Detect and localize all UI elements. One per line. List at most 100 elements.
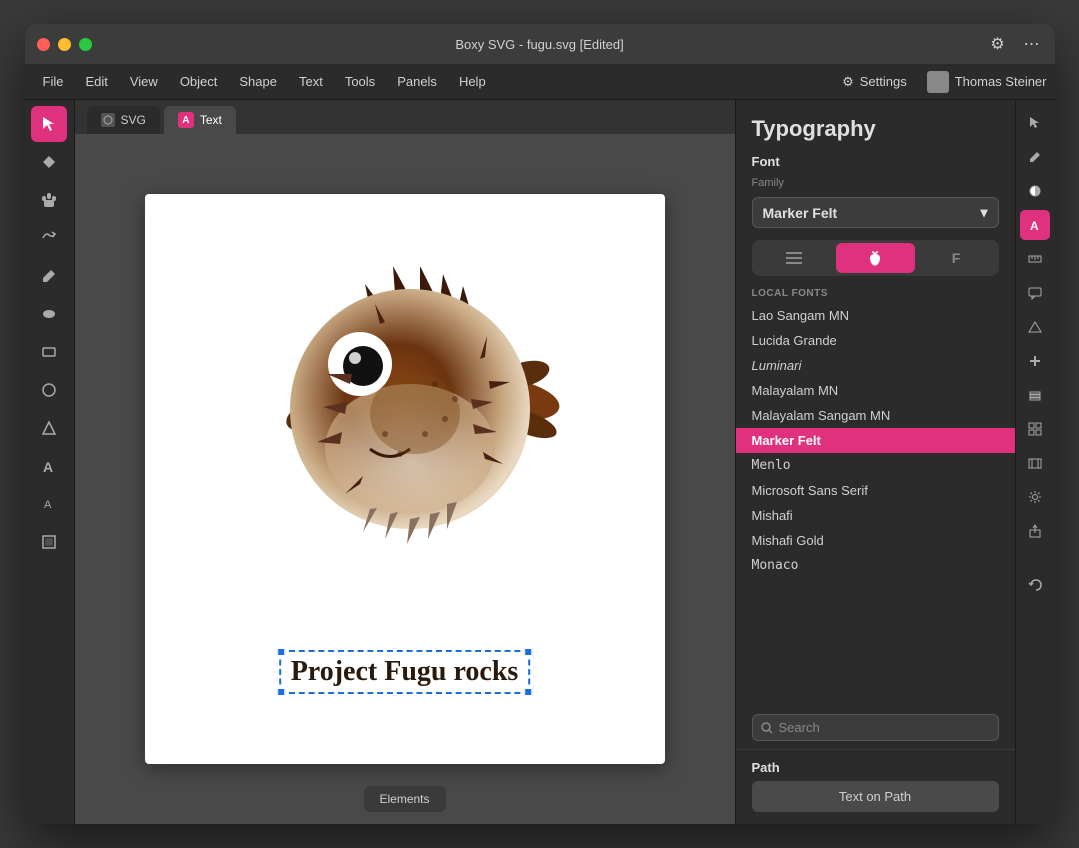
tool-transform[interactable] [31, 220, 67, 256]
selection-handle-br[interactable] [524, 688, 532, 696]
traffic-lights [37, 38, 92, 51]
tool-pan[interactable] [31, 182, 67, 218]
avatar [927, 71, 949, 93]
family-label: Family [736, 175, 1015, 193]
grid-tool-btn[interactable] [1020, 414, 1050, 444]
minimize-button[interactable] [58, 38, 71, 51]
path-section: Path Text on Path [736, 749, 1015, 824]
user-profile[interactable]: Thomas Steiner [927, 71, 1047, 93]
export-tool-btn[interactable] [1020, 516, 1050, 546]
plus-tool-btn[interactable] [1020, 346, 1050, 376]
font-list: LOCAL FONTS Lao Sangam MN Lucida Grande … [736, 284, 1015, 708]
app-window: Boxy SVG - fugu.svg [Edited] ⚙ ⋯ File Ed… [25, 24, 1055, 824]
tool-triangle[interactable] [31, 410, 67, 446]
font-search-row [736, 708, 1015, 749]
font-item-menlo[interactable]: Menlo [736, 453, 1015, 478]
contrast-tool-btn[interactable] [1020, 176, 1050, 206]
canvas-text-content: Project Fugu rocks [291, 656, 519, 687]
undo-tool-btn[interactable] [1020, 570, 1050, 600]
font-source-tabs: F [752, 240, 999, 276]
sliders-icon: ⚙ [842, 74, 854, 90]
more-icon[interactable]: ⋯ [1021, 33, 1043, 55]
font-item-luminari[interactable]: Luminari [736, 353, 1015, 378]
font-item-mishafi[interactable]: Mishafi [736, 503, 1015, 528]
search-icon [761, 722, 773, 734]
menu-file[interactable]: File [33, 70, 74, 93]
settings-button[interactable]: ⚙ Settings [834, 70, 915, 94]
menu-tools[interactable]: Tools [335, 70, 385, 93]
font-item-lucida-grande[interactable]: Lucida Grande [736, 328, 1015, 353]
window-title: Boxy SVG - fugu.svg [Edited] [455, 37, 623, 52]
left-toolbar: A A [25, 100, 75, 824]
path-label: Path [736, 750, 1015, 781]
menubar-right: ⚙ Settings Thomas Steiner [834, 70, 1046, 94]
font-tab-list[interactable] [755, 243, 834, 273]
typography-tool-btn[interactable]: A [1020, 210, 1050, 240]
tab-bar: SVG A Text [75, 100, 735, 134]
tool-ellipse[interactable] [31, 296, 67, 332]
search-input[interactable] [779, 720, 990, 735]
selection-handle-tl[interactable] [277, 648, 285, 656]
font-tab-google[interactable]: F [917, 243, 996, 273]
menu-object[interactable]: Object [170, 70, 228, 93]
tool-text-small[interactable]: A [31, 486, 67, 522]
tool-node[interactable] [31, 144, 67, 180]
font-item-mishafi-gold[interactable]: Mishafi Gold [736, 528, 1015, 553]
user-name: Thomas Steiner [955, 74, 1047, 89]
comment-tool-btn[interactable] [1020, 278, 1050, 308]
font-item-marker-felt[interactable]: Marker Felt [736, 428, 1015, 453]
svg-text:A: A [1030, 219, 1039, 232]
local-fonts-header: LOCAL FONTS [736, 284, 1015, 303]
font-tab-apple[interactable] [836, 243, 915, 273]
selection-handle-tr[interactable] [524, 648, 532, 656]
menu-text[interactable]: Text [289, 70, 333, 93]
fish-illustration [215, 214, 595, 594]
cursor-tool-btn[interactable] [1020, 108, 1050, 138]
tool-rect[interactable] [31, 334, 67, 370]
tool-text-large[interactable]: A [31, 448, 67, 484]
menu-help[interactable]: Help [449, 70, 496, 93]
puzzle-icon[interactable]: ⚙ [987, 33, 1009, 55]
menu-panels[interactable]: Panels [387, 70, 447, 93]
tab-text[interactable]: A Text [164, 106, 236, 134]
library-tool-btn[interactable] [1020, 448, 1050, 478]
tab-svg-label: SVG [121, 113, 146, 127]
close-button[interactable] [37, 38, 50, 51]
titlebar: Boxy SVG - fugu.svg [Edited] ⚙ ⋯ [25, 24, 1055, 64]
canvas-text[interactable]: Project Fugu rocks [279, 650, 531, 694]
font-section-label: Font [736, 150, 1015, 175]
text-tab-icon: A [178, 112, 194, 128]
layers-tool-btn[interactable] [1020, 380, 1050, 410]
gear-tool-btn[interactable] [1020, 482, 1050, 512]
pencil-tool-btn[interactable] [1020, 142, 1050, 172]
chevron-down-icon: ▾ [980, 204, 987, 221]
tool-frame[interactable] [31, 524, 67, 560]
font-item-malayalam-mn[interactable]: Malayalam MN [736, 378, 1015, 403]
elements-button[interactable]: Elements [363, 786, 445, 812]
menubar: File Edit View Object Shape Text Tools P… [25, 64, 1055, 100]
font-family-dropdown[interactable]: Marker Felt ▾ [752, 197, 999, 228]
maximize-button[interactable] [79, 38, 92, 51]
triangle-tool-btn[interactable] [1020, 312, 1050, 342]
tab-svg[interactable]: SVG [87, 106, 160, 134]
right-toolbar: A [1015, 100, 1055, 824]
menu-edit[interactable]: Edit [75, 70, 117, 93]
settings-label: Settings [860, 74, 907, 89]
font-item-microsoft-sans[interactable]: Microsoft Sans Serif [736, 478, 1015, 503]
menu-shape[interactable]: Shape [229, 70, 287, 93]
canvas-viewport[interactable]: Project Fugu rocks Elements [75, 134, 735, 824]
canvas-document: Project Fugu rocks [145, 194, 665, 764]
selection-handle-bl[interactable] [277, 688, 285, 696]
font-item-monaco[interactable]: Monaco [736, 553, 1015, 578]
svg-icon [101, 113, 115, 127]
titlebar-right: ⚙ ⋯ [987, 33, 1043, 55]
menu-view[interactable]: View [120, 70, 168, 93]
tool-select[interactable] [31, 106, 67, 142]
tool-circle[interactable] [31, 372, 67, 408]
font-item-malayalam-sangam[interactable]: Malayalam Sangam MN [736, 403, 1015, 428]
ruler-tool-btn[interactable] [1020, 244, 1050, 274]
tool-pen[interactable] [31, 258, 67, 294]
text-on-path-button[interactable]: Text on Path [752, 781, 999, 812]
font-item-lao-sangam[interactable]: Lao Sangam MN [736, 303, 1015, 328]
font-search-box [752, 714, 999, 741]
